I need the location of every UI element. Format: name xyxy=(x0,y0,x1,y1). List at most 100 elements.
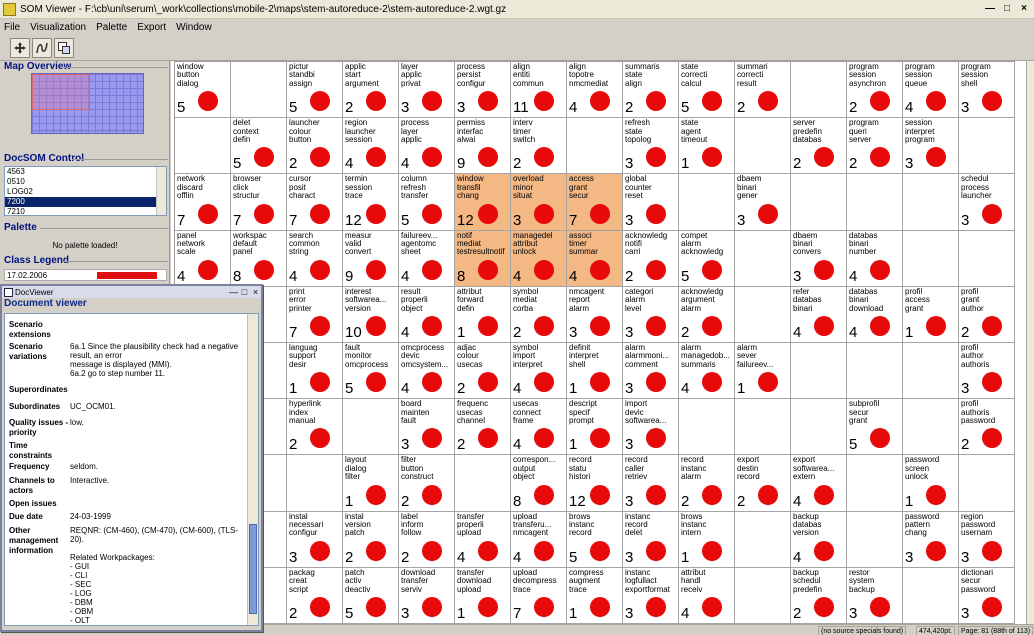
cell-marker[interactable] xyxy=(478,259,498,280)
map-cell[interactable]: alarm managedob... summaris 4 xyxy=(679,342,735,400)
map-cell-highlighted[interactable]: window transfil chang 12 xyxy=(455,174,511,231)
cell-marker[interactable] xyxy=(590,484,610,505)
map-cell[interactable] xyxy=(231,62,287,119)
cell-marker[interactable] xyxy=(534,259,554,280)
map-cell[interactable]: column refresh transfer 5 xyxy=(399,174,455,231)
cell-marker[interactable] xyxy=(478,428,498,449)
cell-marker[interactable] xyxy=(478,372,498,393)
cell-marker[interactable] xyxy=(422,91,442,112)
map-cell[interactable] xyxy=(455,455,511,512)
map-cell[interactable]: delet context defin 5 xyxy=(231,118,287,175)
map-cell[interactable]: backup databas version 4 xyxy=(791,511,847,568)
cell-marker[interactable] xyxy=(310,428,330,449)
cell-marker[interactable] xyxy=(646,91,666,112)
cell-marker[interactable] xyxy=(926,540,946,561)
map-cell[interactable]: password screen unlock 1 xyxy=(903,455,959,512)
cell-marker[interactable] xyxy=(702,315,722,336)
cell-marker[interactable] xyxy=(310,259,330,280)
map-cell[interactable]: transfer properli upload 4 xyxy=(455,511,511,568)
doc-list-scrollbar[interactable] xyxy=(156,167,166,215)
map-cell[interactable]: dbaem binari gener 3 xyxy=(735,174,791,231)
cell-marker[interactable] xyxy=(870,259,890,280)
map-cell[interactable]: backup schedul predefin 2 xyxy=(791,567,847,624)
minimize-button[interactable]: — xyxy=(983,3,997,16)
map-cell[interactable]: applic start argument 2 xyxy=(343,62,399,119)
map-cell[interactable]: fault monitor omcprocess 5 xyxy=(343,342,399,400)
doc-maximize-button[interactable]: □ xyxy=(239,287,250,298)
cell-marker[interactable] xyxy=(702,596,722,617)
cell-marker[interactable] xyxy=(254,259,274,280)
doc-minimize-button[interactable]: — xyxy=(228,287,239,298)
cell-marker[interactable] xyxy=(590,315,610,336)
map-cell[interactable]: packag creat script 2 xyxy=(287,567,343,624)
map-cell[interactable]: categori alarm level 3 xyxy=(623,286,679,343)
cell-marker[interactable] xyxy=(982,428,1002,449)
map-cell[interactable]: program session asynchron 2 xyxy=(847,62,903,119)
cell-marker[interactable] xyxy=(198,259,218,280)
cell-marker[interactable] xyxy=(870,91,890,112)
cell-marker[interactable] xyxy=(870,315,890,336)
menu-visualization[interactable]: Visualization xyxy=(30,22,86,33)
map-cell[interactable]: languag support desir 1 xyxy=(287,342,343,400)
cell-marker[interactable] xyxy=(422,315,442,336)
map-cell[interactable]: definit interpret shell 1 xyxy=(567,342,623,400)
cell-marker[interactable] xyxy=(646,372,666,393)
map-cell[interactable] xyxy=(735,118,791,175)
cell-marker[interactable] xyxy=(478,203,498,224)
map-cell[interactable]: permiss interfac alwai 9 xyxy=(455,118,511,175)
map-cell[interactable] xyxy=(847,455,903,512)
cell-marker[interactable] xyxy=(534,91,554,112)
cell-marker[interactable] xyxy=(478,147,498,168)
cell-marker[interactable] xyxy=(646,315,666,336)
map-cell[interactable] xyxy=(903,399,959,456)
map-cell[interactable] xyxy=(791,342,847,400)
cell-marker[interactable] xyxy=(814,259,834,280)
cell-marker[interactable] xyxy=(870,596,890,617)
cell-marker[interactable] xyxy=(366,259,386,280)
overview-viewport-frame[interactable] xyxy=(32,74,90,110)
map-cell[interactable] xyxy=(735,399,791,456)
maximize-button[interactable]: □ xyxy=(1000,3,1014,16)
map-cell[interactable]: profil grant author 2 xyxy=(959,286,1015,343)
cell-marker[interactable] xyxy=(422,372,442,393)
map-cell[interactable]: patch activ deactiv 5 xyxy=(343,567,399,624)
map-cell[interactable]: cursor posit charact 7 xyxy=(287,174,343,231)
cell-marker[interactable] xyxy=(478,91,498,112)
cell-marker[interactable] xyxy=(982,91,1002,112)
map-cell[interactable]: transfer download upload 1 xyxy=(455,567,511,624)
cell-marker[interactable] xyxy=(814,540,834,561)
map-cell[interactable]: frequenc usecas channel 2 xyxy=(455,399,511,456)
map-cell[interactable] xyxy=(343,399,399,456)
map-cell[interactable]: instanc logfullact exportformat 3 xyxy=(623,567,679,624)
cell-marker[interactable] xyxy=(254,203,274,224)
map-cell[interactable]: program queri server 2 xyxy=(847,118,903,175)
cell-marker[interactable] xyxy=(366,484,386,505)
cell-marker[interactable] xyxy=(702,91,722,112)
cell-marker[interactable] xyxy=(590,372,610,393)
map-cell[interactable]: correspon... output object 8 xyxy=(511,455,567,512)
map-cell[interactable]: pictur standbi assign 5 xyxy=(287,62,343,119)
menu-export[interactable]: Export xyxy=(137,22,166,33)
cell-marker[interactable] xyxy=(702,147,722,168)
cell-marker[interactable] xyxy=(590,91,610,112)
map-cell[interactable]: state correcti calcul 5 xyxy=(679,62,735,119)
map-cell[interactable]: region launcher session 4 xyxy=(343,118,399,175)
map-cell[interactable]: termin session trace 12 xyxy=(343,174,399,231)
map-cell[interactable]: global counter reset 3 xyxy=(623,174,679,231)
map-cell[interactable]: server predefin databas 2 xyxy=(791,118,847,175)
map-cell[interactable]: network discard offlin 7 xyxy=(175,174,231,231)
cell-marker[interactable] xyxy=(926,484,946,505)
cell-marker[interactable] xyxy=(534,484,554,505)
map-cell[interactable]: export destin record 2 xyxy=(735,455,791,512)
map-scrollbar[interactable] xyxy=(1026,61,1034,624)
cell-marker[interactable] xyxy=(478,540,498,561)
cell-marker[interactable] xyxy=(702,484,722,505)
doc-viewer-titlebar[interactable]: DocViewer — □ × xyxy=(2,286,261,298)
cell-marker[interactable] xyxy=(534,540,554,561)
cell-marker[interactable] xyxy=(534,372,554,393)
map-cell[interactable]: record instanc alarm 2 xyxy=(679,455,735,512)
map-cell[interactable]: session interpret program 3 xyxy=(903,118,959,175)
map-cell[interactable]: failureev... agentomc sheet 4 xyxy=(399,230,455,287)
map-cell[interactable]: record statu histori 12 xyxy=(567,455,623,512)
list-item[interactable]: 4563 xyxy=(5,167,166,177)
